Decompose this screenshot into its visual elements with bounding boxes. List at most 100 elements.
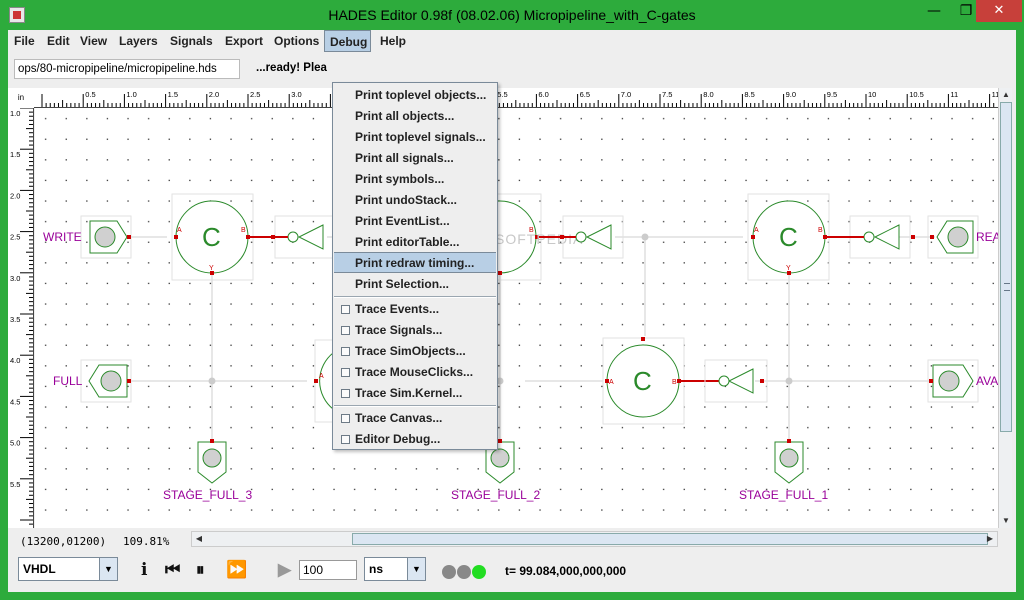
menu-view[interactable]: View <box>75 30 112 52</box>
debug-print-toplevel-objects[interactable]: Print toplevel objects... <box>334 85 496 106</box>
checkbox-icon[interactable] <box>341 305 350 314</box>
checkbox-icon[interactable] <box>341 435 350 444</box>
checkbox-icon[interactable] <box>341 414 350 423</box>
menu-item-label: Print symbols... <box>355 172 445 186</box>
ruler-label: 5.5 <box>10 480 20 489</box>
status-message: ...ready! Plea <box>256 62 327 74</box>
scroll-grip-icon <box>1004 283 1010 291</box>
ruler-label: 10 <box>868 90 876 99</box>
menu-item-label: Print redraw timing... <box>355 256 475 270</box>
debug-print-eventlist[interactable]: Print EventList... <box>334 211 496 232</box>
step-play-icon[interactable]: ▶ <box>278 560 291 580</box>
menu-item-label: Print editorTable... <box>355 235 460 249</box>
debug-print-symbols[interactable]: Print symbols... <box>334 169 496 190</box>
minimize-button[interactable]: — <box>918 0 950 22</box>
debug-print-toplevel-signals[interactable]: Print toplevel signals... <box>334 127 496 148</box>
debug-print-undostack[interactable]: Print undoStack... <box>334 190 496 211</box>
debug-trace-events[interactable]: Trace Events... <box>334 299 496 320</box>
menu-item-label: Print all objects... <box>355 109 455 123</box>
fast-forward-icon[interactable]: ⏩ <box>226 560 247 580</box>
menu-debug[interactable]: Debug <box>324 30 371 52</box>
menu-options[interactable]: Options <box>269 30 324 52</box>
info-icon[interactable]: i <box>141 560 147 580</box>
avail-label: AVAIL <box>976 374 998 388</box>
checkbox-icon[interactable] <box>341 368 350 377</box>
menu-edit[interactable]: Edit <box>42 30 75 52</box>
menu-bar: File Edit View Layers Signals Export Opt… <box>8 30 1016 52</box>
debug-editor-debug[interactable]: Editor Debug... <box>334 429 496 450</box>
c-gate-3-pin-y: Y <box>209 265 214 272</box>
horizontal-scroll-thumb[interactable] <box>352 533 988 545</box>
pause-icon[interactable]: ⏸ <box>196 560 205 580</box>
simulation-control-bar: VHDL ▼ i ⏮ ⏸ ⏩ ▶ 100 ns ▼ t= 99.084,000,… <box>8 552 1016 592</box>
ruler-label: 7.5 <box>662 90 672 99</box>
vertical-scrollbar[interactable]: ▲ ▼ <box>998 88 1012 528</box>
window-title: HADES Editor 0.98f (08.02.06) Micropipel… <box>328 7 696 23</box>
debug-print-all-objects[interactable]: Print all objects... <box>334 106 496 127</box>
rewind-icon[interactable]: ⏮ <box>165 560 180 580</box>
title-bar: HADES Editor 0.98f (08.02.06) Micropipel… <box>0 0 1024 30</box>
menu-export[interactable]: Export <box>220 30 268 52</box>
status-led-1 <box>442 565 456 579</box>
debug-trace-canvas[interactable]: Trace Canvas... <box>334 408 496 429</box>
scroll-left-arrow-icon[interactable]: ◀ <box>192 532 206 546</box>
softpedia-watermark: SOFTPEDIA <box>495 231 583 247</box>
scroll-right-arrow-icon[interactable]: ▶ <box>983 532 997 546</box>
debug-trace-sim-kernel[interactable]: Trace Sim.Kernel... <box>334 383 496 404</box>
language-select-value: VHDL <box>23 562 56 576</box>
time-unit-select[interactable]: ns ▼ <box>364 557 426 581</box>
c-gate-1-symbol: C <box>779 222 798 252</box>
menu-file[interactable]: File <box>9 30 40 52</box>
debug-trace-mouseclicks[interactable]: Trace MouseClicks... <box>334 362 496 383</box>
stage-full-3-label: STAGE_FULL_3 <box>163 488 252 502</box>
menu-item-label: Print undoStack... <box>355 193 458 207</box>
ruler-label: 6.5 <box>580 90 590 99</box>
horizontal-scrollbar[interactable]: ◀ ▶ <box>191 531 998 547</box>
ruler-label: 7.0 <box>621 90 631 99</box>
checkbox-icon[interactable] <box>341 326 350 335</box>
schematic-drawing[interactable]: WRITE C A B Y B SOFTPEDIA C A B Y REA FU… <box>35 108 998 528</box>
editor-client-area: File Edit View Layers Signals Export Opt… <box>8 30 1016 592</box>
menu-item-label: Print Selection... <box>355 277 450 291</box>
zoom-level: 109.81% <box>123 535 170 548</box>
ruler-label: 1.5 <box>168 90 178 99</box>
menu-signals[interactable]: Signals <box>165 30 218 52</box>
ruler-label: 9.5 <box>827 90 837 99</box>
menu-layers[interactable]: Layers <box>114 30 163 52</box>
c-gate-3-symbol: C <box>202 222 221 252</box>
ruler-label: 2.0 <box>10 191 20 200</box>
menu-help[interactable]: Help <box>375 30 411 52</box>
debug-print-editortable[interactable]: Print editorTable... <box>334 232 496 253</box>
c-gate-1-pin-b: B <box>818 227 823 234</box>
scroll-up-arrow-icon[interactable]: ▲ <box>999 88 1013 102</box>
scroll-down-arrow-icon[interactable]: ▼ <box>999 514 1013 528</box>
menu-separator <box>334 296 496 298</box>
full-label: FULL <box>53 374 83 388</box>
debug-print-selection[interactable]: Print Selection... <box>334 274 496 295</box>
close-button[interactable]: ✕ <box>976 0 1022 22</box>
schematic-canvas[interactable]: WRITE C A B Y B SOFTPEDIA C A B Y REA FU… <box>35 108 998 528</box>
stage-full-2-label: STAGE_FULL_2 <box>451 488 540 502</box>
ruler-label: 9.0 <box>786 90 796 99</box>
read-label: READ <box>976 230 998 244</box>
checkbox-icon[interactable] <box>341 347 350 356</box>
step-value-input[interactable]: 100 <box>299 560 357 580</box>
debug-print-redraw-timing[interactable]: Print redraw timing... <box>334 252 496 273</box>
chevron-down-icon[interactable]: ▼ <box>99 558 117 580</box>
file-path-field[interactable]: ops/80-micropipeline/micropipeline.hds <box>14 59 240 79</box>
vertical-scroll-thumb[interactable] <box>1000 102 1012 432</box>
menu-item-label: Trace SimObjects... <box>355 344 466 358</box>
menu-item-label: Trace Events... <box>355 302 440 316</box>
ruler-label: 4.5 <box>10 397 20 406</box>
ruler-label: 3.0 <box>10 274 20 283</box>
debug-print-all-signals[interactable]: Print all signals... <box>334 148 496 169</box>
debug-trace-signals[interactable]: Trace Signals... <box>334 320 496 341</box>
language-select[interactable]: VHDL ▼ <box>18 557 118 581</box>
menu-item-label: Trace Signals... <box>355 323 443 337</box>
checkbox-icon[interactable] <box>341 389 350 398</box>
c-gate-center-pin-a: A <box>609 379 614 386</box>
debug-trace-simobjects[interactable]: Trace SimObjects... <box>334 341 496 362</box>
c-gate-3-pin-b: B <box>241 227 246 234</box>
ruler-label: 6.0 <box>538 90 548 99</box>
chevron-down-icon[interactable]: ▼ <box>407 558 425 580</box>
